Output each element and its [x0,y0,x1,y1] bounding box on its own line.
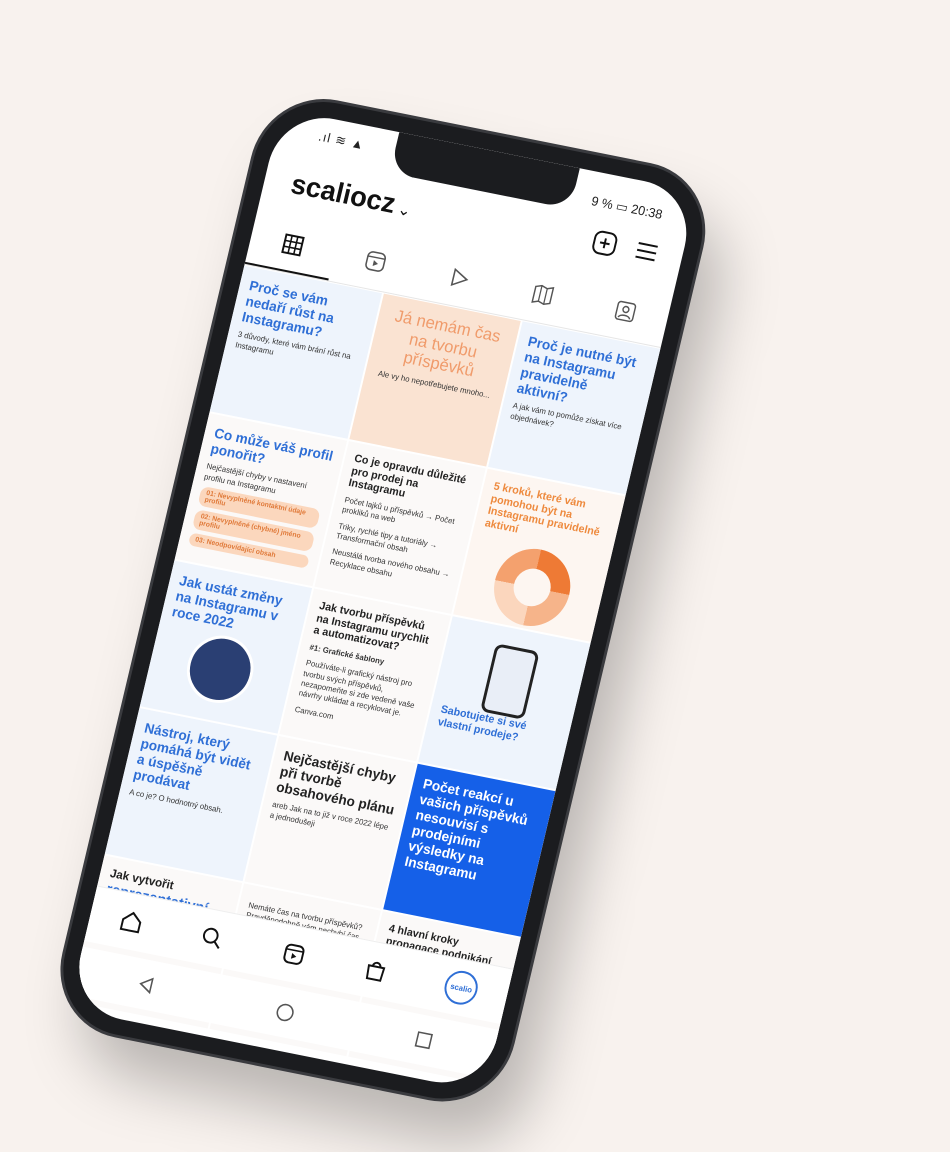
back-icon[interactable] [135,973,159,996]
tagged-icon [612,298,639,328]
presenter-photo [180,630,261,710]
play-icon [445,265,472,295]
phone-mockup: .ıl ≋ ▲ 9 % ▭ 20:38 scaliocz⌄ Proč se vá… [0,0,950,1152]
username: scaliocz [288,168,399,219]
tab-guides[interactable] [508,268,576,326]
guides-icon [528,282,555,312]
post-title: Jak ustát změny na Instagramu v roce 202… [170,572,285,632]
instagram-profile-screen: .ıl ≋ ▲ 9 % ▭ 20:38 scaliocz⌄ Proč se vá… [68,108,698,1092]
phone-photo [479,643,540,720]
shop-icon[interactable] [361,957,389,985]
home-circle-icon[interactable] [273,1001,297,1024]
account-switcher[interactable]: scaliocz⌄ [288,168,415,223]
battery-time: 9 % ▭ 20:38 [589,193,665,222]
menu-icon[interactable] [631,237,662,267]
post-title: 5 kroků, které vám pomohou být na Instag… [483,480,601,539]
signal-wifi-indicators: .ıl ≋ ▲ [317,128,367,153]
reels-icon [362,248,389,278]
phone-frame: .ıl ≋ ▲ 9 % ▭ 20:38 scaliocz⌄ Proč se vá… [49,90,717,1111]
search-icon[interactable] [198,924,226,952]
profile-avatar[interactable]: scalio [441,968,482,1008]
grid-icon [279,232,306,262]
add-post-icon[interactable] [589,228,620,258]
cycle-diagram [485,541,578,633]
tab-videos[interactable] [425,251,493,309]
reels-icon[interactable] [280,940,308,968]
post-title: Počet reakcí u vašich příspěvků nesouvis… [403,775,530,884]
chevron-down-icon: ⌄ [395,201,413,221]
tab-tagged[interactable] [591,284,659,342]
home-icon[interactable] [117,908,145,936]
tab-grid[interactable] [258,218,326,276]
recents-icon[interactable] [412,1029,436,1052]
tab-reels[interactable] [342,235,410,293]
